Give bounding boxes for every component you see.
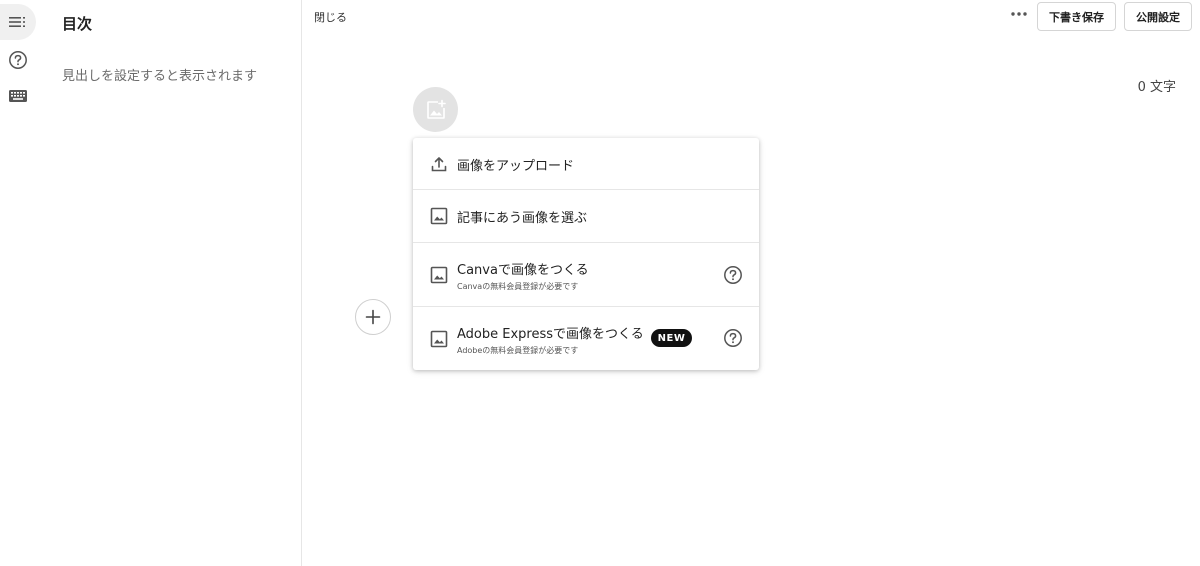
menu-item-label: Canvaで画像をつくる <box>457 263 589 278</box>
menu-item-canva[interactable]: Canvaで画像をつくる Canvaの無料会員登録が必要です <box>413 243 759 307</box>
upload-icon <box>429 154 449 174</box>
menu-item-adobe-express[interactable]: Adobe Expressで画像をつくる Adobeの無料会員登録が必要です N… <box>413 307 759 370</box>
adobe-help-button[interactable] <box>722 327 744 349</box>
help-button[interactable] <box>0 42 36 78</box>
add-block-button[interactable] <box>355 299 391 335</box>
more-options-button[interactable] <box>1006 4 1032 24</box>
menu-item-note: Canvaの無料会員登録が必要です <box>457 282 579 291</box>
menu-item-label: 画像をアップロード <box>457 159 575 174</box>
keyboard-shortcuts-button[interactable] <box>0 78 36 114</box>
menu-item-note: Adobeの無料会員登録が必要です <box>457 346 579 355</box>
toc-panel: 目次 見出しを設定すると表示されます <box>36 0 302 566</box>
more-horizontal-icon <box>1011 12 1027 16</box>
help-circle-icon <box>724 329 742 347</box>
char-count: 0 文字 <box>1137 80 1176 95</box>
publish-settings-button[interactable]: 公開設定 <box>1124 2 1192 31</box>
toc-empty-message: 見出しを設定すると表示されます <box>62 69 258 84</box>
new-badge: NEW <box>651 329 692 347</box>
close-button[interactable]: 閉じる <box>314 9 347 25</box>
image-insert-menu: 画像をアップロード 記事にあう画像を選ぶ Canvaで画像をつくる Canvaの… <box>413 138 759 370</box>
left-icon-rail <box>0 0 36 566</box>
image-icon <box>429 206 449 226</box>
save-draft-button[interactable]: 下書き保存 <box>1037 2 1116 31</box>
editor-app: 目次 見出しを設定すると表示されます 閉じる 下書き保存 公開設定 0 文字 画… <box>0 0 1200 566</box>
toc-toggle-button[interactable] <box>0 4 36 40</box>
menu-item-label: Adobe Expressで画像をつくる <box>457 327 644 342</box>
menu-item-choose-image[interactable]: 記事にあう画像を選ぶ <box>413 190 759 243</box>
canva-help-button[interactable] <box>722 264 744 286</box>
add-image-icon <box>426 99 446 119</box>
menu-item-label: 記事にあう画像を選ぶ <box>457 211 588 226</box>
add-image-button[interactable] <box>413 87 458 132</box>
help-circle-icon <box>724 266 742 284</box>
keyboard-icon <box>9 90 27 102</box>
plus-icon <box>365 309 381 325</box>
help-circle-icon <box>9 51 27 69</box>
toc-title: 目次 <box>62 15 93 33</box>
menu-item-upload-image[interactable]: 画像をアップロード <box>413 138 759 190</box>
image-icon <box>429 265 449 285</box>
toc-list-icon <box>9 17 25 27</box>
image-icon <box>429 329 449 349</box>
